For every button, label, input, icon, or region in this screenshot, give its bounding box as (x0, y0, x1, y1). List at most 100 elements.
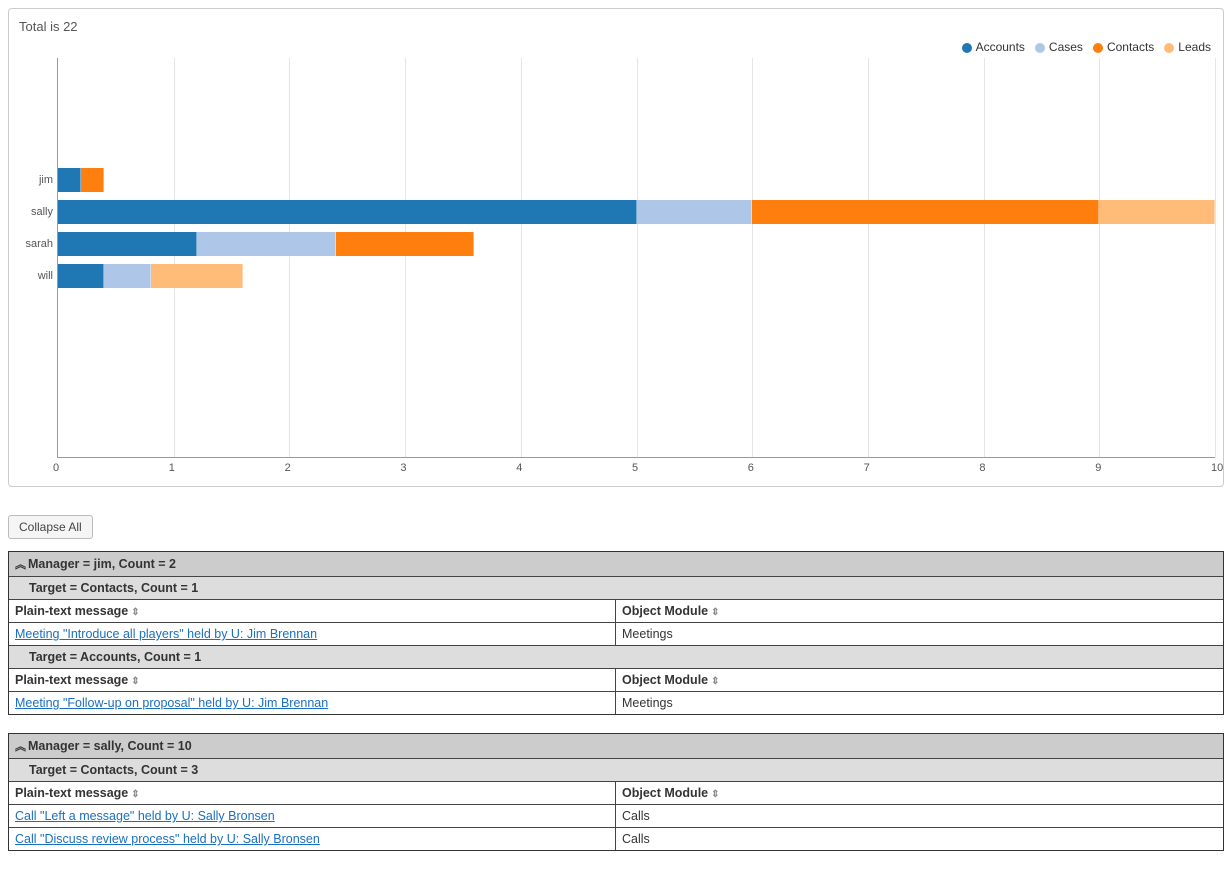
bar-segment-cases[interactable] (197, 232, 336, 256)
column-header-label: Object Module (622, 673, 708, 687)
legend-swatch (1164, 43, 1174, 53)
table-row: Meeting "Follow-up on proposal" held by … (9, 692, 1223, 714)
legend-label: Cases (1049, 40, 1083, 54)
subgroup-header[interactable]: Target = Contacts, Count = 1 (9, 577, 1223, 600)
legend-label: Leads (1178, 40, 1211, 54)
bar-segment-leads[interactable] (151, 264, 244, 288)
grid-line (174, 58, 175, 457)
cell-object-module: Meetings (616, 692, 1223, 714)
column-header-object-module[interactable]: Object Module⇕ (616, 669, 1223, 691)
sort-icon[interactable]: ⇕ (131, 607, 139, 618)
cell-plain-text: Meeting "Introduce all players" held by … (9, 623, 616, 645)
collapse-icon[interactable]: ︽ (15, 738, 26, 754)
grid-line (984, 58, 985, 457)
grid-line (868, 58, 869, 457)
legend-item-accounts[interactable]: Accounts (962, 40, 1025, 54)
bar-segment-cases[interactable] (104, 264, 150, 288)
cell-object-module: Calls (616, 828, 1223, 850)
x-axis-tick-label: 0 (53, 462, 59, 474)
column-header-row: Plain-text message⇕Object Module⇕ (9, 669, 1223, 692)
x-axis-tick-label: 2 (285, 462, 291, 474)
column-header-label: Plain-text message (15, 786, 128, 800)
sort-icon[interactable]: ⇕ (131, 676, 139, 687)
bar-segment-accounts[interactable] (58, 168, 81, 192)
x-axis-tick-label: 5 (632, 462, 638, 474)
x-axis-tick-label: 6 (748, 462, 754, 474)
group-header[interactable]: ︽Manager = jim, Count = 2 (9, 552, 1223, 577)
column-header-row: Plain-text message⇕Object Module⇕ (9, 782, 1223, 805)
grid-line (637, 58, 638, 457)
bar-segment-accounts[interactable] (58, 232, 197, 256)
table-row: Call "Discuss review process" held by U:… (9, 828, 1223, 850)
legend-label: Contacts (1107, 40, 1154, 54)
x-axis-tick-label: 7 (864, 462, 870, 474)
group-header[interactable]: ︽Manager = sally, Count = 10 (9, 734, 1223, 759)
column-header-plain-text[interactable]: Plain-text message⇕ (9, 600, 616, 622)
legend-item-leads[interactable]: Leads (1164, 40, 1211, 54)
sort-icon[interactable]: ⇕ (711, 676, 719, 687)
legend-swatch (1035, 43, 1045, 53)
record-link[interactable]: Call "Discuss review process" held by U:… (15, 832, 320, 846)
bar-segment-contacts[interactable] (81, 168, 104, 192)
x-axis-tick-label: 9 (1095, 462, 1101, 474)
column-header-label: Plain-text message (15, 604, 128, 618)
sort-icon[interactable]: ⇕ (711, 789, 719, 800)
grid-line (752, 58, 753, 457)
grid-line (289, 58, 290, 457)
chart-title: Total is 22 (19, 19, 1215, 34)
report-group: ︽Manager = jim, Count = 2Target = Contac… (8, 551, 1224, 715)
record-link[interactable]: Meeting "Follow-up on proposal" held by … (15, 696, 328, 710)
column-header-plain-text[interactable]: Plain-text message⇕ (9, 669, 616, 691)
x-axis-tick-label: 4 (516, 462, 522, 474)
legend-swatch (1093, 43, 1103, 53)
column-header-label: Plain-text message (15, 673, 128, 687)
cell-object-module: Meetings (616, 623, 1223, 645)
x-axis-tick-label: 3 (400, 462, 406, 474)
sort-icon[interactable]: ⇕ (711, 607, 719, 618)
subgroup-header[interactable]: Target = Accounts, Count = 1 (9, 646, 1223, 669)
y-axis-category-label: sally (31, 206, 53, 218)
x-axis-tick-label: 8 (979, 462, 985, 474)
collapse-all-button[interactable]: Collapse All (8, 515, 93, 539)
grid-line (1099, 58, 1100, 457)
bar-segment-accounts[interactable] (58, 200, 637, 224)
bar-segment-leads[interactable] (1099, 200, 1215, 224)
bar-segment-contacts[interactable] (336, 232, 475, 256)
report-groups: ︽Manager = jim, Count = 2Target = Contac… (8, 551, 1224, 851)
chart-y-axis-labels: jimsallysarahwill (17, 58, 57, 458)
x-axis-tick-label: 1 (169, 462, 175, 474)
column-header-label: Object Module (622, 786, 708, 800)
bar-segment-accounts[interactable] (58, 264, 104, 288)
column-header-object-module[interactable]: Object Module⇕ (616, 600, 1223, 622)
bar-segment-cases[interactable] (637, 200, 753, 224)
chart-plot-area (57, 58, 1215, 458)
chart-x-axis: 012345678910 (57, 462, 1215, 478)
bar-segment-contacts[interactable] (752, 200, 1099, 224)
record-link[interactable]: Meeting "Introduce all players" held by … (15, 627, 317, 641)
y-axis-category-label: jim (39, 174, 53, 186)
sort-icon[interactable]: ⇕ (131, 789, 139, 800)
grid-line (521, 58, 522, 457)
subgroup-header[interactable]: Target = Contacts, Count = 3 (9, 759, 1223, 782)
table-row: Meeting "Introduce all players" held by … (9, 623, 1223, 646)
column-header-plain-text[interactable]: Plain-text message⇕ (9, 782, 616, 804)
y-axis-category-label: sarah (25, 238, 53, 250)
bar-row-sarah (58, 232, 752, 256)
column-header-object-module[interactable]: Object Module⇕ (616, 782, 1223, 804)
cell-plain-text: Call "Discuss review process" held by U:… (9, 828, 616, 850)
record-link[interactable]: Call "Left a message" held by U: Sally B… (15, 809, 275, 823)
chart-panel: Total is 22 Accounts Cases Contacts Leads j… (8, 8, 1224, 487)
report-group: ︽Manager = sally, Count = 10Target = Con… (8, 733, 1224, 851)
legend-item-cases[interactable]: Cases (1035, 40, 1083, 54)
cell-plain-text: Meeting "Follow-up on proposal" held by … (9, 692, 616, 714)
cell-plain-text: Call "Left a message" held by U: Sally B… (9, 805, 616, 827)
bar-row-sally (58, 200, 1215, 224)
grid-line (405, 58, 406, 457)
column-header-label: Object Module (622, 604, 708, 618)
collapse-icon[interactable]: ︽ (15, 556, 26, 572)
legend-item-contacts[interactable]: Contacts (1093, 40, 1154, 54)
grid-line (1215, 58, 1216, 457)
group-header-text: Manager = jim, Count = 2 (28, 557, 176, 571)
group-header-text: Manager = sally, Count = 10 (28, 739, 192, 753)
x-axis-tick-label: 10 (1211, 462, 1223, 474)
